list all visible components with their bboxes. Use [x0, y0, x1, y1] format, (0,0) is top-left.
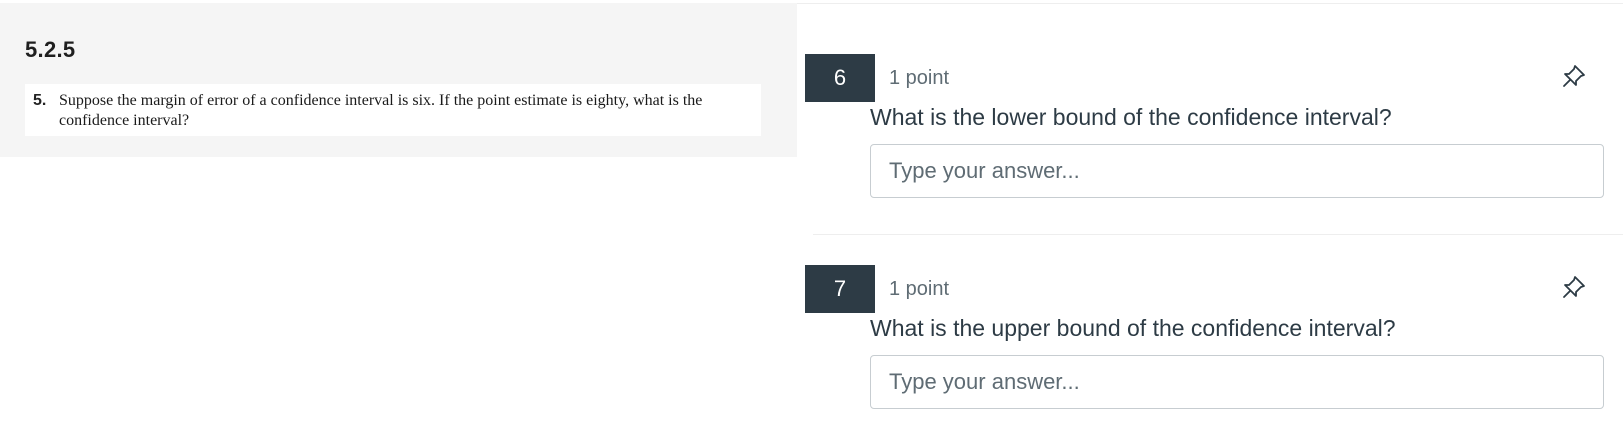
- question-number-badge: 6: [805, 54, 875, 102]
- problem-image: 5. Suppose the margin of error of a conf…: [25, 84, 761, 136]
- top-divider: [797, 3, 1623, 4]
- problem-text: Suppose the margin of error of a confide…: [59, 92, 703, 129]
- pin-icon[interactable]: [1560, 273, 1588, 301]
- answer-input[interactable]: [870, 144, 1604, 198]
- question-points: 1 point: [889, 67, 950, 89]
- question-text: What is the upper bound of the confidenc…: [870, 315, 1396, 341]
- quiz-page: 5.2.5 5. Suppose the margin of error of …: [0, 0, 1623, 442]
- question-number-badge: 7: [805, 265, 875, 313]
- stimulus-title: 5.2.5: [25, 37, 76, 62]
- pin-icon[interactable]: [1560, 62, 1588, 90]
- answer-input[interactable]: [870, 355, 1604, 409]
- problem-number: 5.: [33, 92, 47, 109]
- stimulus-panel: 5.2.5 5. Suppose the margin of error of …: [0, 3, 797, 157]
- question-divider: [813, 234, 1623, 235]
- question-text: What is the lower bound of the confidenc…: [870, 104, 1392, 130]
- question-points: 1 point: [889, 278, 950, 300]
